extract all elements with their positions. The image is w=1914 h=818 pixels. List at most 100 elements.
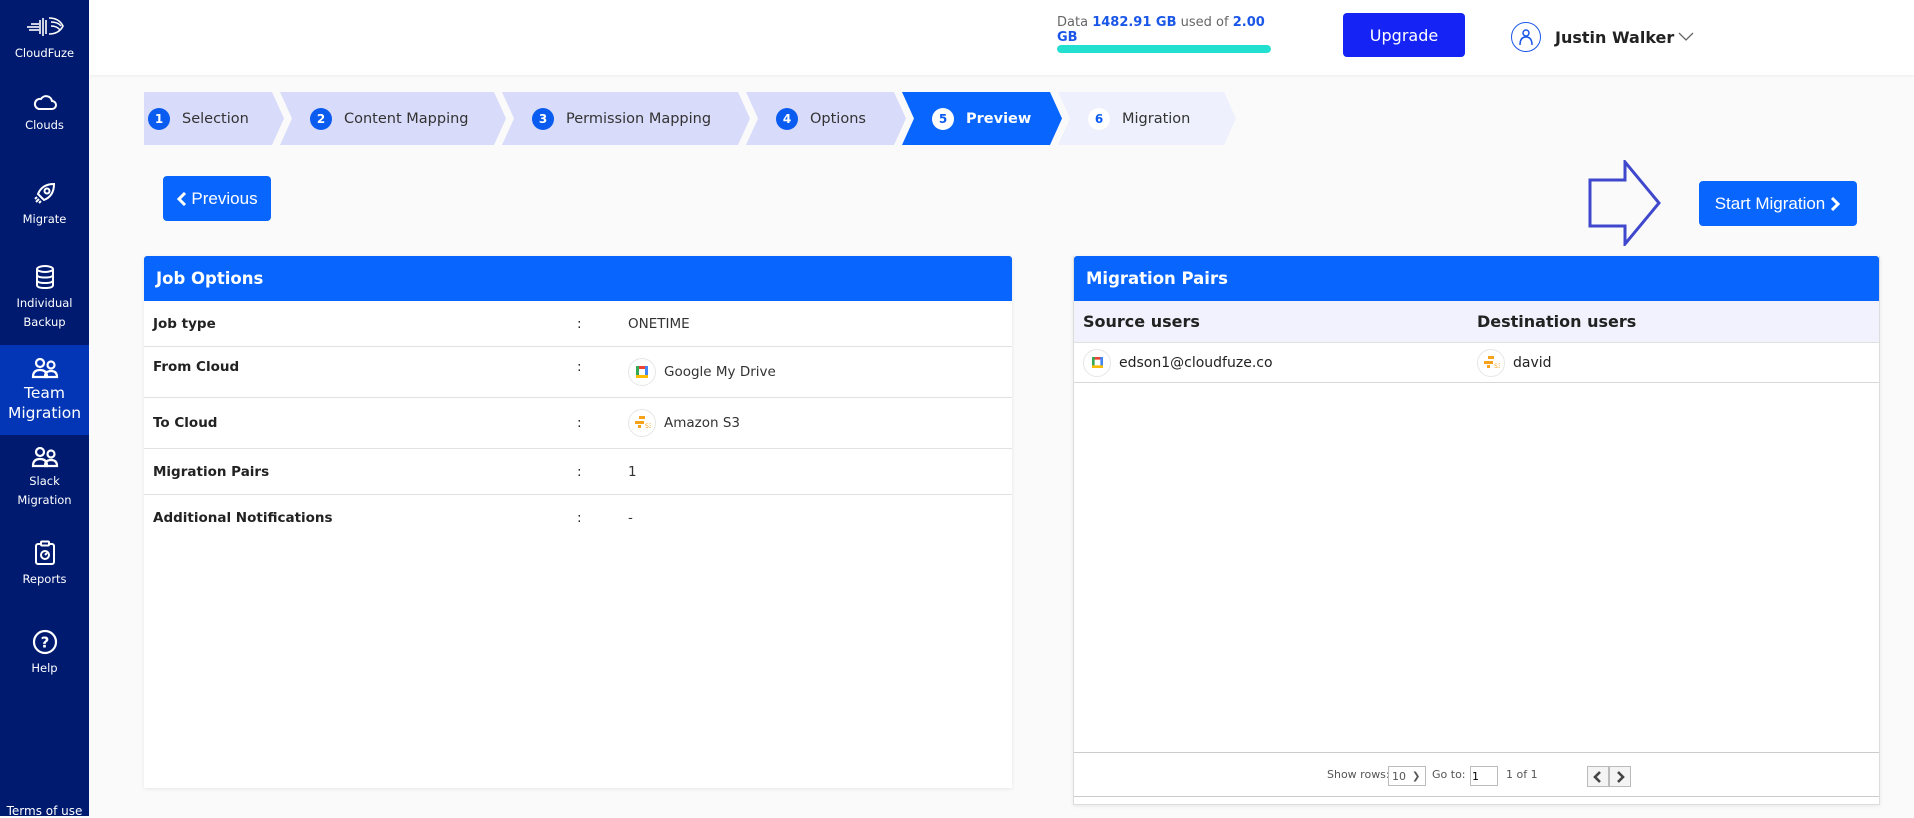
chevron-down-icon: [1678, 32, 1694, 41]
goto-page-input[interactable]: [1470, 766, 1498, 786]
column-header-source: Source users: [1083, 312, 1200, 331]
job-row-migration-pairs: Migration Pairs : 1: [144, 449, 1012, 495]
usage-used: 1482.91 GB: [1092, 15, 1177, 30]
sidebar-item-label: Migration: [7, 404, 82, 422]
job-options-title: Job Options: [144, 256, 1012, 301]
chevron-down-icon: ❯: [1412, 770, 1421, 782]
svg-text:S3: S3: [645, 423, 651, 430]
database-icon: [35, 265, 54, 290]
sidebar-item-label: Backup: [23, 315, 66, 329]
users-icon: [31, 446, 58, 468]
chevron-right-icon: [1831, 196, 1841, 211]
step-number: 5: [932, 107, 954, 130]
sidebar-item-slack-migration[interactable]: Slack Migration: [0, 446, 89, 510]
column-header-destination: Destination users: [1477, 312, 1637, 331]
storage-usage-bar: [1057, 45, 1271, 53]
sidebar-item-label: Help: [31, 661, 58, 675]
svg-text:?: ?: [40, 634, 49, 652]
google-drive-icon: [1083, 348, 1111, 377]
cloudfuze-logo-icon: [26, 17, 64, 36]
sidebar-item-clouds[interactable]: Clouds: [0, 92, 89, 135]
amazon-s3-icon: S3: [1477, 348, 1505, 377]
clipboard-icon: [34, 540, 55, 565]
job-row-additional-notifications: Additional Notifications : -: [153, 510, 633, 526]
rocket-icon: [33, 182, 55, 204]
migration-pairs-title: Migration Pairs: [1074, 256, 1879, 301]
sidebar-item-label: Migration: [17, 493, 72, 507]
source-user: edson1@cloudfuze.co: [1119, 354, 1273, 371]
job-options-panel: Job Options Job type : ONETIME From Clou…: [144, 256, 1012, 788]
sidebar-item-team-migration[interactable]: Team Migration: [0, 345, 89, 435]
step-preview[interactable]: 5 Preview: [902, 92, 1062, 145]
help-icon: ?: [32, 629, 57, 655]
pairs-table-header: Source users Destination users: [1074, 301, 1879, 343]
step-number: 3: [532, 107, 554, 130]
job-row-job-type: Job type : ONETIME: [144, 301, 1012, 347]
step-number: 4: [776, 107, 798, 130]
goto-label: Go to:: [1432, 768, 1466, 781]
chevron-right-icon: [1617, 770, 1625, 783]
sidebar-item-label: Slack: [29, 474, 60, 488]
sidebar-item-label: Individual: [16, 296, 73, 310]
upgrade-button[interactable]: Upgrade: [1343, 13, 1465, 57]
step-selection[interactable]: 1 Selection: [144, 92, 284, 145]
pagination-footer: Show rows: 10 ❯ Go to: 1 of 1: [1074, 752, 1879, 797]
notifications-value: -: [628, 510, 633, 526]
users-icon: [31, 357, 58, 379]
svg-text:S3: S3: [1494, 363, 1500, 370]
sidebar: CloudFuze Clouds Migrate Individual Back…: [0, 0, 89, 818]
step-label: Options: [810, 110, 866, 127]
to-cloud-value: Amazon S3: [664, 415, 741, 431]
chevron-left-icon: [1593, 770, 1601, 783]
job-type-value: ONETIME: [628, 315, 690, 332]
step-label: Permission Mapping: [566, 110, 712, 127]
storage-usage-fill: [1057, 45, 1271, 53]
table-row: edson1@cloudfuze.co S3 david: [1074, 343, 1879, 383]
page-info: 1 of 1: [1506, 768, 1538, 781]
storage-usage-text: Data 1482.91 GB used of 2.00 GB: [1057, 15, 1265, 45]
sidebar-item-reports[interactable]: Reports: [0, 540, 89, 589]
user-name: Justin Walker: [1555, 27, 1675, 47]
job-row-to-cloud: To Cloud : S3 Amazon S3: [144, 398, 1012, 449]
destination-user: david: [1513, 354, 1552, 371]
sidebar-item-migrate[interactable]: Migrate: [0, 180, 89, 229]
step-label: Content Mapping: [344, 110, 469, 127]
show-rows-label: Show rows:: [1327, 768, 1390, 781]
sidebar-brand-label: CloudFuze: [14, 46, 75, 60]
step-label: Selection: [182, 110, 249, 127]
sidebar-item-help[interactable]: ? Help: [0, 629, 89, 678]
top-header: Data 1482.91 GB used of 2.00 GB Upgrade …: [89, 0, 1914, 75]
sidebar-item-label: Migrate: [22, 212, 67, 226]
migration-pairs-panel: Migration Pairs Source users Destination…: [1073, 256, 1880, 805]
sidebar-item-label: Clouds: [25, 118, 64, 132]
step-label: Migration: [1122, 110, 1191, 127]
step-permission-mapping[interactable]: 3 Permission Mapping: [502, 92, 750, 145]
step-migration[interactable]: 6 Migration: [1058, 92, 1236, 145]
migration-pairs-value: 1: [628, 463, 637, 480]
step-number: 2: [310, 107, 332, 130]
sidebar-item-label: Reports: [22, 572, 67, 586]
step-number: 6: [1088, 107, 1110, 130]
next-page-button[interactable]: [1609, 766, 1631, 787]
google-drive-icon: [628, 358, 656, 386]
prev-page-button[interactable]: [1587, 766, 1609, 787]
start-migration-button[interactable]: Start Migration: [1699, 181, 1857, 226]
step-content-mapping[interactable]: 2 Content Mapping: [280, 92, 506, 145]
chevron-left-icon: [177, 191, 187, 206]
previous-button[interactable]: Previous: [163, 176, 271, 221]
rows-per-page-select[interactable]: 10 ❯: [1388, 766, 1426, 786]
sidebar-item-individual-backup[interactable]: Individual Backup: [0, 264, 89, 332]
sidebar-brand[interactable]: CloudFuze: [0, 14, 89, 63]
step-options[interactable]: 4 Options: [746, 92, 906, 145]
arrow-annotation-icon: [1588, 160, 1661, 246]
amazon-s3-icon: S3: [628, 409, 656, 437]
user-menu[interactable]: Justin Walker: [1511, 22, 1694, 52]
user-avatar-icon: [1511, 22, 1541, 52]
step-number: 1: [148, 107, 170, 130]
from-cloud-value: Google My Drive: [664, 364, 776, 380]
migration-stepper: 1 Selection 2 Content Mapping 3 Permission Ma…: [144, 92, 1244, 145]
job-row-from-cloud: From Cloud : Google My Drive: [144, 347, 1012, 398]
sidebar-item-label: Team: [24, 384, 65, 402]
cloud-icon: [33, 95, 57, 110]
step-label: Preview: [966, 110, 1032, 127]
